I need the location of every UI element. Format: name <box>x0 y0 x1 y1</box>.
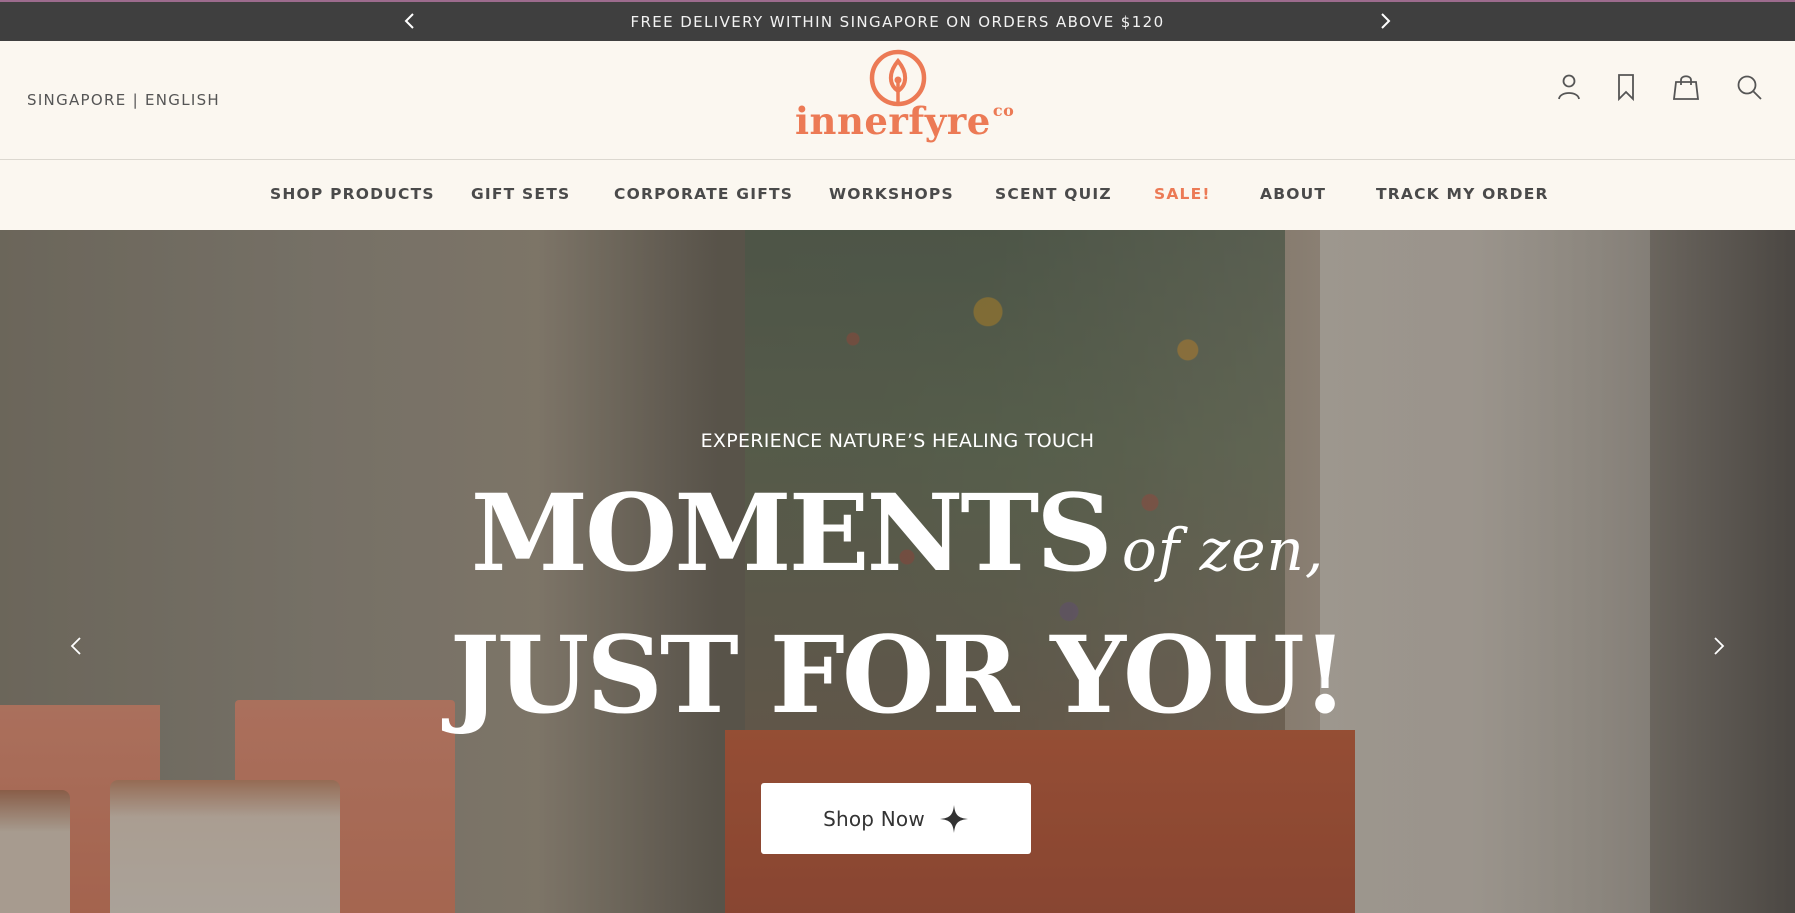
hero-prev-arrow-icon[interactable] <box>64 633 90 659</box>
announcement-text: FREE DELIVERY WITHIN SINGAPORE ON ORDERS… <box>630 12 1165 31</box>
chevron-left-icon[interactable] <box>400 11 420 31</box>
nav-item-sale[interactable]: SALE! <box>1154 185 1211 203</box>
shop-now-label: Shop Now <box>823 806 925 831</box>
hero-title-line1: MOMENTS of zen, <box>0 470 1795 595</box>
chevron-right-icon[interactable] <box>1375 11 1395 31</box>
brand-logo[interactable]: innerfyre co <box>795 47 1014 157</box>
bookmark-icon[interactable] <box>1611 72 1641 102</box>
bag-icon[interactable] <box>1671 72 1701 102</box>
announcement-bar: FREE DELIVERY WITHIN SINGAPORE ON ORDERS… <box>0 0 1795 41</box>
nav-item-workshops[interactable]: WORKSHOPS <box>829 185 954 203</box>
nav-item-shop-products[interactable]: SHOP PRODUCTS <box>270 185 435 203</box>
nav-item-about[interactable]: ABOUT <box>1260 185 1326 203</box>
hero-next-arrow-icon[interactable] <box>1705 633 1731 659</box>
logo-suffix: co <box>992 101 1015 120</box>
site-header: SINGAPORE | ENGLISH innerfyre co <box>0 41 1795 160</box>
hero-banner: EXPERIENCE NATURE’S HEALING TOUCH MOMENT… <box>0 230 1795 913</box>
nav-item-track-my-order[interactable]: TRACK MY ORDER <box>1376 185 1549 203</box>
search-icon[interactable] <box>1734 72 1764 102</box>
nav-item-gift-sets[interactable]: GIFT SETS <box>471 185 570 203</box>
logo-word: innerfyre <box>795 99 991 143</box>
shop-now-button[interactable]: Shop Now <box>761 783 1031 854</box>
account-icon[interactable] <box>1554 72 1584 102</box>
main-navigation: SHOP PRODUCTS GIFT SETS CORPORATE GIFTS … <box>0 160 1795 230</box>
hero-title-line2: JUST FOR YOU! <box>449 612 1349 737</box>
nav-item-corporate-gifts[interactable]: CORPORATE GIFTS <box>614 185 793 203</box>
logo-wordmark: innerfyre co <box>795 99 1014 143</box>
hero-title-script: of zen, <box>1121 516 1325 584</box>
nav-item-scent-quiz[interactable]: SCENT QUIZ <box>995 185 1112 203</box>
hero-subtitle: EXPERIENCE NATURE’S HEALING TOUCH <box>700 430 1095 452</box>
sparkle-icon <box>939 804 968 833</box>
locale-selector[interactable]: SINGAPORE | ENGLISH <box>27 91 220 109</box>
hero-title-moments: MOMENTS <box>470 470 1113 595</box>
